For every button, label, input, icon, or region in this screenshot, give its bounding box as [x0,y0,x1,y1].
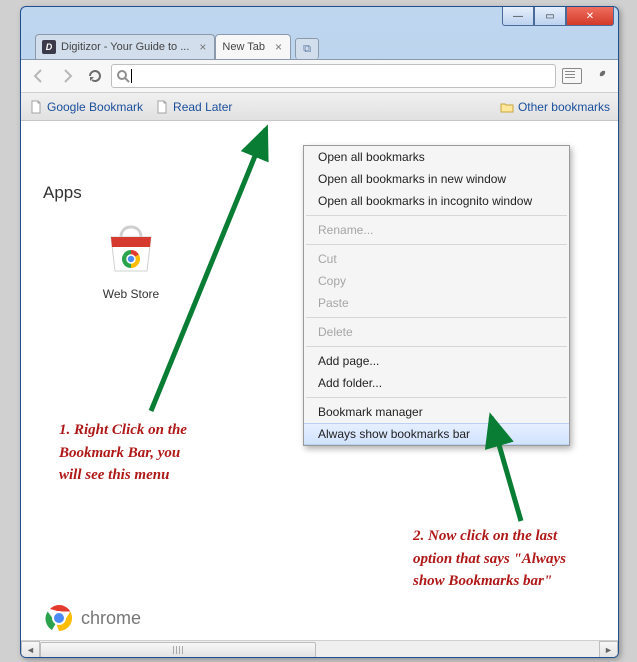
window-maximize-button[interactable]: ▭ [534,7,566,26]
ctx-add-folder[interactable]: Add folder... [304,372,569,394]
arrow-right-icon [59,68,75,84]
chrome-label: chrome [81,608,141,629]
ctx-always-show-bookmarks-bar[interactable]: Always show bookmarks bar [304,423,569,445]
other-bookmarks-label: Other bookmarks [518,100,610,114]
tab-active[interactable]: New Tab × [215,34,291,59]
annotation-line: 1. Right Click on the [59,419,187,442]
file-icon [29,100,43,114]
ctx-open-all-incognito[interactable]: Open all bookmarks in incognito window [304,190,569,212]
ctx-open-all-new-window[interactable]: Open all bookmarks in new window [304,168,569,190]
new-tab-button[interactable]: ⧉ [295,38,319,59]
separator [306,244,567,245]
window-minimize-button[interactable]: — [502,7,534,26]
favicon-icon: D [42,40,56,54]
folder-icon [500,100,514,114]
arrow-left-icon [31,68,47,84]
tab-strip: D Digitizor - Your Guide to ... × New Ta… [21,33,618,59]
page-content: Apps Web Store Open all bookmarks Open a… [21,121,618,640]
omnibox-input[interactable] [136,68,551,85]
ctx-delete: Delete [304,321,569,343]
scroll-left-button[interactable]: ◄ [21,641,40,658]
ctx-paste: Paste [304,292,569,314]
forward-button[interactable] [55,64,79,88]
search-icon [116,69,130,83]
bookmark-item[interactable]: Read Later [155,100,232,114]
wrench-icon [592,68,608,84]
omnibox[interactable] [111,64,556,88]
page-menu-button[interactable] [560,64,584,88]
titlebar: — ▭ ✕ [21,7,618,33]
annotation-line: 2. Now click on the last [413,525,566,548]
ctx-cut: Cut [304,248,569,270]
separator [306,397,567,398]
app-label: Web Store [81,287,181,301]
file-icon [155,100,169,114]
wrench-menu-button[interactable] [588,64,612,88]
window-close-button[interactable]: ✕ [566,7,614,26]
separator [306,317,567,318]
page-icon [562,68,582,84]
ctx-rename: Rename... [304,219,569,241]
scroll-thumb[interactable] [40,642,316,658]
ctx-add-page[interactable]: Add page... [304,350,569,372]
annotation-line: option that says "Always [413,548,566,571]
annotation-1: 1. Right Click on the Bookmark Bar, you … [59,419,187,487]
chrome-logo: chrome [45,604,141,632]
tab-close-icon[interactable]: × [275,40,282,54]
tab-title: New Tab [222,41,265,53]
annotation-line: show Bookmarks bar" [413,570,566,593]
bookmark-label: Google Bookmark [47,100,143,114]
bookmark-item[interactable]: Google Bookmark [29,100,143,114]
tab-title: Digitizor - Your Guide to ... [61,41,189,53]
toolbar [21,59,618,93]
bookmarks-bar[interactable]: Google Bookmark Read Later Other bookmar… [21,93,618,121]
plus-icon: ⧉ [303,43,311,56]
reload-button[interactable] [83,64,107,88]
bookmark-label: Read Later [173,100,232,114]
separator [306,346,567,347]
tab-close-icon[interactable]: × [199,40,206,54]
text-caret [131,69,132,83]
ctx-bookmark-manager[interactable]: Bookmark manager [304,401,569,423]
annotation-line: will see this menu [59,464,187,487]
scroll-right-button[interactable]: ► [599,641,618,658]
chrome-icon [45,604,73,632]
annotation-2: 2. Now click on the last option that say… [413,525,566,593]
scroll-track[interactable] [40,642,599,658]
apps-heading: Apps [43,183,82,203]
tab-background[interactable]: D Digitizor - Your Guide to ... × [35,34,215,59]
browser-window: — ▭ ✕ D Digitizor - Your Guide to ... × … [20,6,619,658]
separator [306,215,567,216]
horizontal-scrollbar[interactable]: ◄ ► [21,640,618,658]
webstore-icon [103,221,159,277]
other-bookmarks-button[interactable]: Other bookmarks [500,100,610,114]
reload-icon [87,68,103,84]
app-tile-webstore[interactable]: Web Store [81,221,181,301]
ctx-open-all[interactable]: Open all bookmarks [304,146,569,168]
context-menu: Open all bookmarks Open all bookmarks in… [303,145,570,446]
ctx-copy: Copy [304,270,569,292]
back-button[interactable] [27,64,51,88]
annotation-line: Bookmark Bar, you [59,442,187,465]
